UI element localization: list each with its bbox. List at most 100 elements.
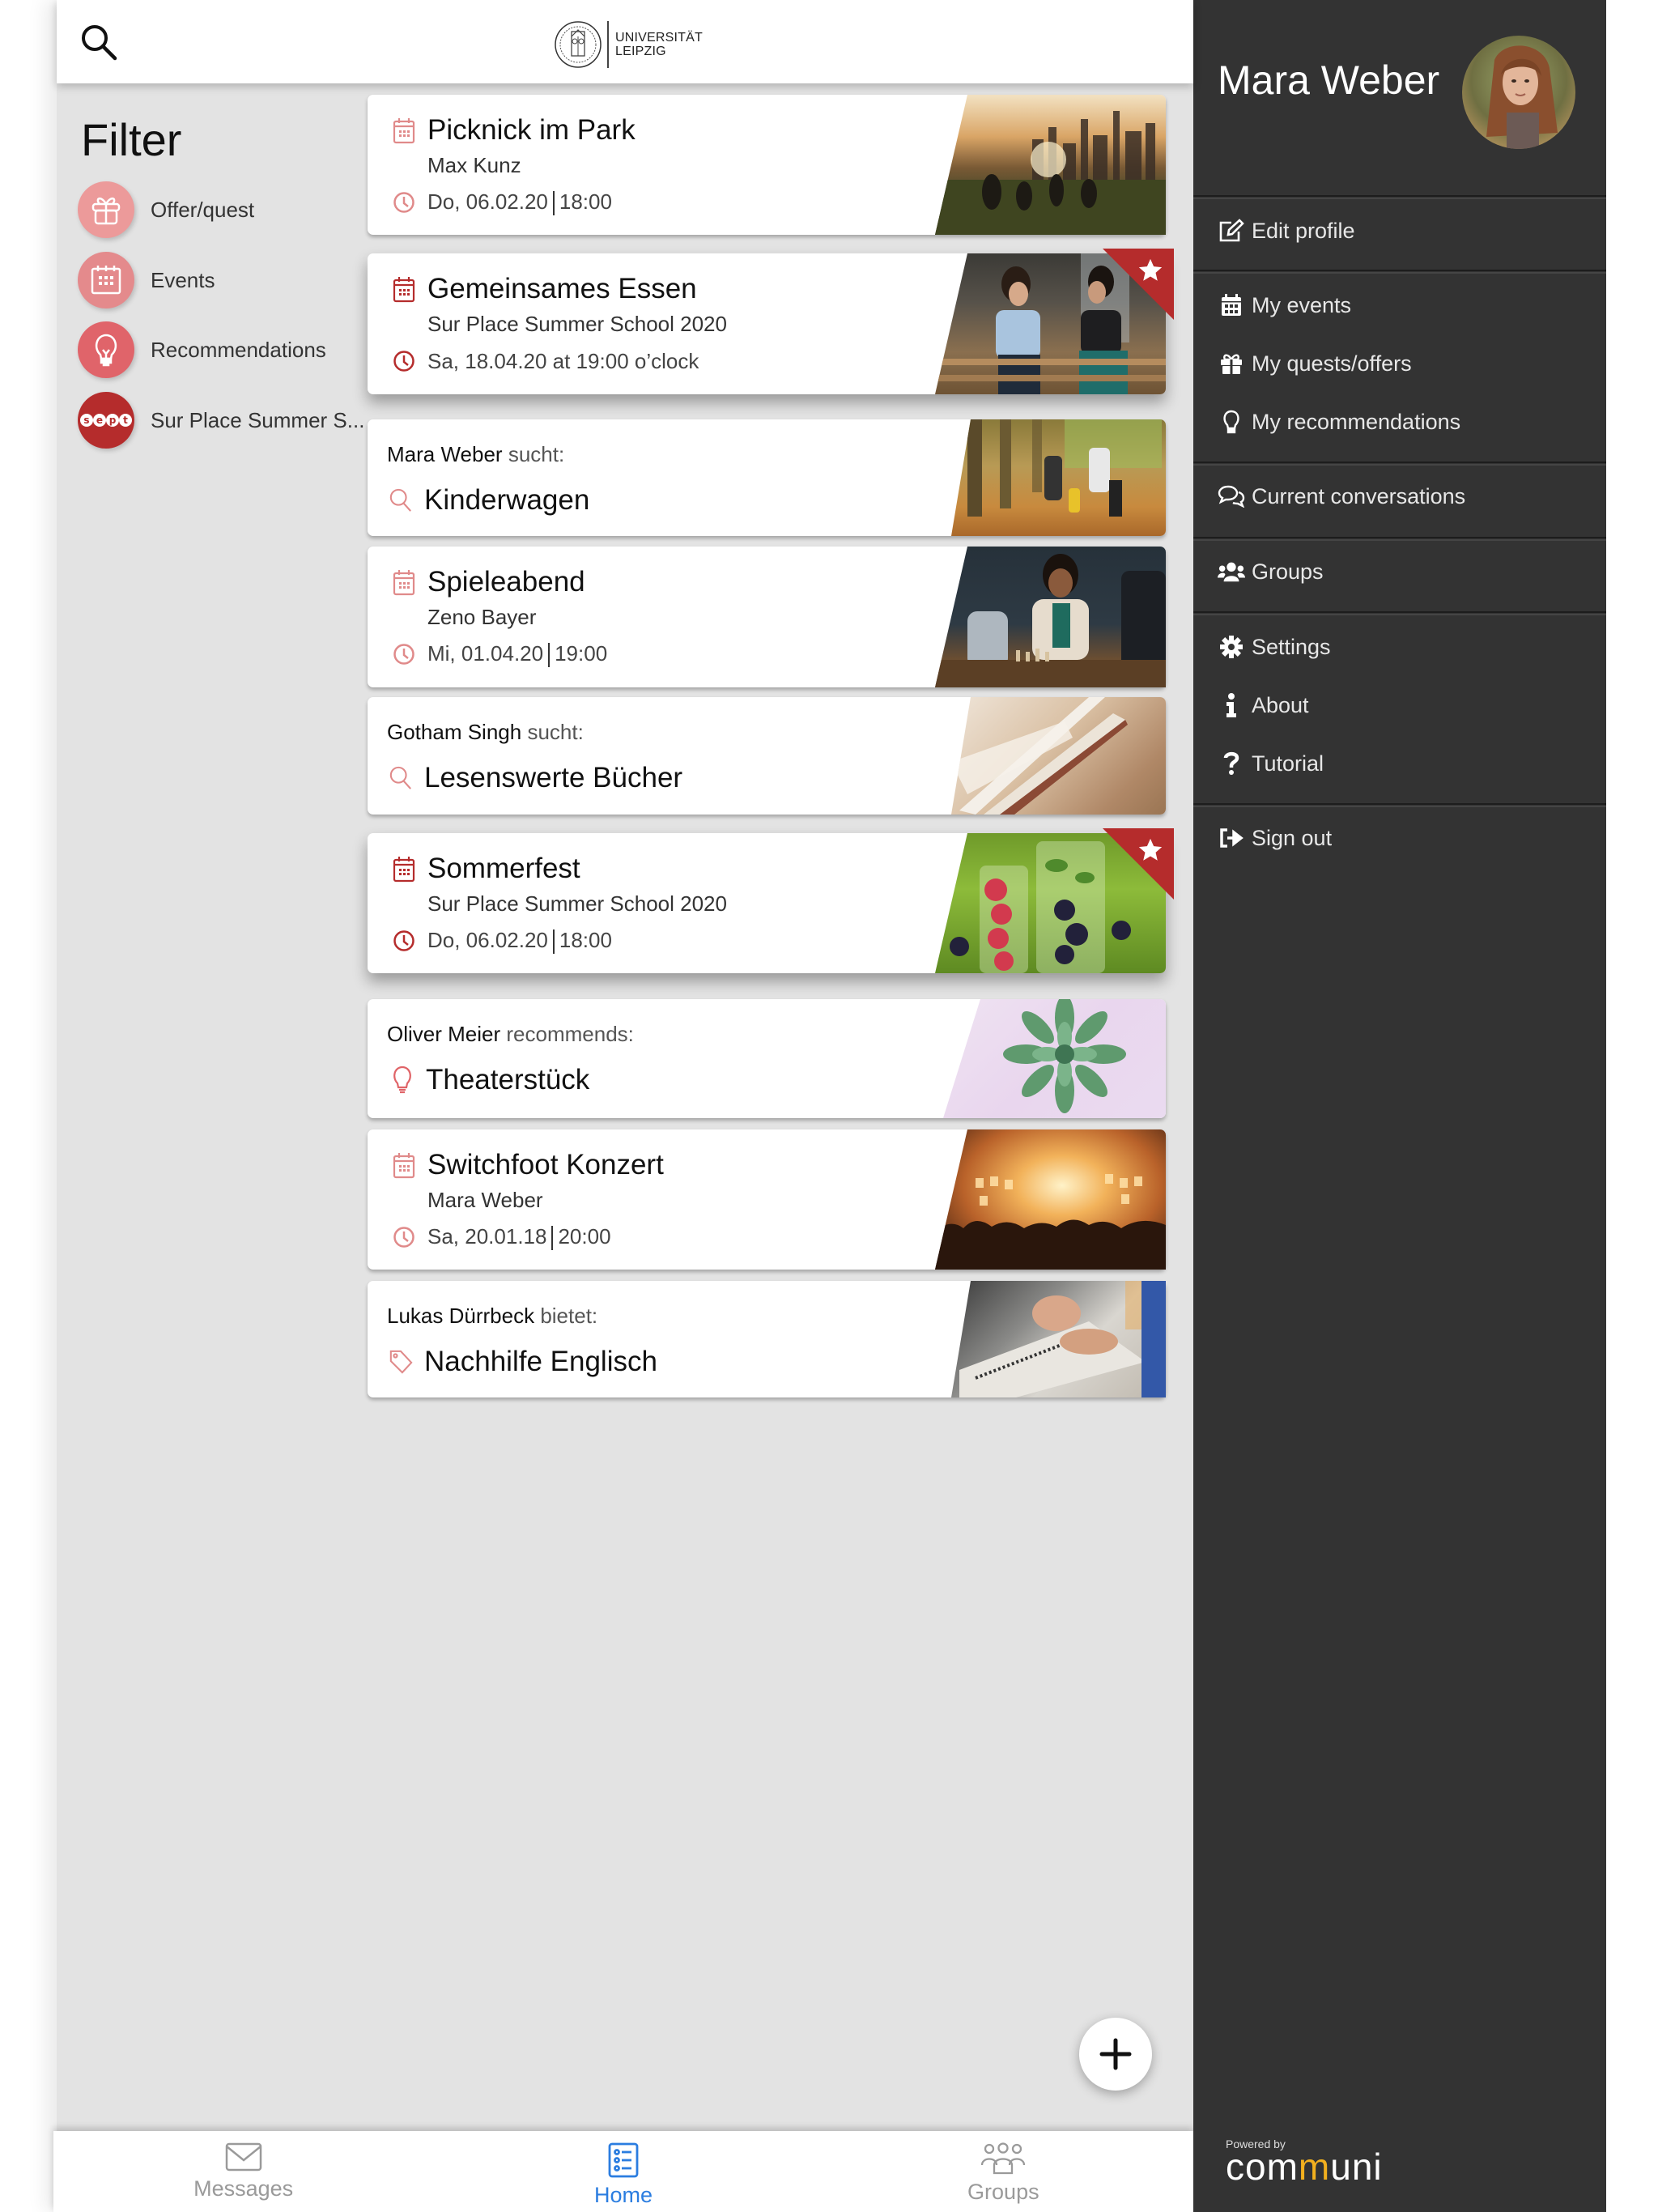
brand-part: com <box>1226 2146 1299 2188</box>
concert-crowd-image <box>935 1174 1166 1270</box>
card-subtitle-row: Sur Place Summer School 2020 <box>427 312 727 337</box>
card-image-chess <box>935 547 1166 687</box>
feed-card-event[interactable]: Switchfoot Konzert Mara Weber Sa, 20.01.… <box>368 1129 1166 1270</box>
card-image-notebook <box>951 1281 1166 1397</box>
filter-recommendations[interactable]: Recommendations <box>78 321 326 378</box>
menu-divider <box>1193 270 1606 274</box>
calendar-icon <box>392 855 416 883</box>
filter-label: Offer/quest <box>151 197 255 222</box>
star-icon <box>1138 258 1163 281</box>
top-bar: UNIVERSITÄT LEIPZIG <box>57 0 1193 83</box>
profile-photo <box>1462 36 1575 149</box>
filter-offer-quest[interactable]: Offer/quest <box>78 181 254 238</box>
menu-groups[interactable]: Groups <box>1218 558 1324 585</box>
menu-label: Current conversations <box>1252 483 1466 508</box>
card-organizer: Max Kunz <box>427 153 521 177</box>
card-title-row: Picknick im Park <box>392 114 636 147</box>
menu-my-recommendations[interactable]: My recommendations <box>1218 408 1460 436</box>
filter-events[interactable]: Events <box>78 252 215 308</box>
date-time-separator <box>551 1226 554 1251</box>
tab-label: Home <box>593 2183 653 2207</box>
feed-card-event-featured[interactable]: Gemeinsames Essen Sur Place Summer Schoo… <box>368 249 1174 394</box>
family-walk-image <box>967 419 1162 517</box>
gift-icon <box>1218 350 1245 377</box>
card-title: Spieleabend <box>427 566 585 598</box>
feed-card-quest[interactable]: Mara Weber sucht: Kinderwagen <box>368 419 1166 536</box>
card-author-line: Gotham Singh sucht: <box>387 720 584 745</box>
menu-label: About <box>1252 692 1309 717</box>
card-author-line: Lukas Dürrbeck bietet: <box>387 1304 597 1329</box>
author-name: Gotham Singh <box>387 720 522 744</box>
succulent-plant-image <box>1003 999 1126 1113</box>
menu-tutorial[interactable]: Tutorial <box>1218 750 1324 777</box>
card-date-row: Do, 06.02.20 18:00 <box>392 927 612 955</box>
search-icon <box>389 764 413 792</box>
date-text: Mi, 01.04.20 <box>427 640 544 666</box>
menu-sign-out[interactable]: Sign out <box>1218 824 1332 852</box>
tab-home[interactable]: Home <box>433 2131 813 2212</box>
author-name: Lukas Dürrbeck <box>387 1304 535 1328</box>
filter-group-sur-place[interactable]: sept Sur Place Summer S... <box>78 392 364 449</box>
plus-icon <box>1099 2038 1132 2070</box>
side-menu: Mara Weber Edit profile My events My que… <box>1193 0 1606 2212</box>
card-title: Kinderwagen <box>424 484 590 516</box>
calendar-icon <box>392 1151 416 1179</box>
card-date-row: Sa, 20.01.18 20:00 <box>392 1223 611 1251</box>
card-title: Lesenswerte Bücher <box>424 762 683 793</box>
question-icon <box>1218 750 1245 777</box>
menu-label: My recommendations <box>1252 409 1461 434</box>
date-text: Do, 06.02.20 <box>427 189 548 214</box>
menu-my-quests-offers[interactable]: My quests/offers <box>1218 350 1412 377</box>
date-time-separator <box>548 643 551 668</box>
card-title-row: Theaterstück <box>390 1064 589 1096</box>
card-date: Do, 06.02.20 18:00 <box>427 928 612 955</box>
feed-card-event[interactable]: Picknick im Park Max Kunz Do, 06.02.20 18… <box>368 95 1166 235</box>
feed-card-offer[interactable]: Lukas Dürrbeck bietet: Nachhilfe Englisc… <box>368 1281 1166 1397</box>
university-logo: UNIVERSITÄT LEIPZIG <box>554 19 703 70</box>
tab-groups[interactable]: Groups <box>814 2131 1193 2212</box>
menu-label: Sign out <box>1252 825 1333 850</box>
menu-current-conversations[interactable]: Current conversations <box>1218 483 1465 510</box>
logo-line-2: LEIPZIG <box>615 45 666 58</box>
menu-my-events[interactable]: My events <box>1218 291 1351 319</box>
card-organizer: Zeno Bayer <box>427 605 537 629</box>
tab-messages[interactable]: Messages <box>53 2131 433 2212</box>
menu-about[interactable]: About <box>1218 691 1309 719</box>
lightbulb-icon <box>390 1066 414 1094</box>
envelope-icon <box>225 2142 261 2172</box>
menu-edit-profile[interactable]: Edit profile <box>1218 217 1355 245</box>
time-text: 18:00 <box>559 189 612 214</box>
card-image-picnic <box>935 95 1166 235</box>
university-seal-icon <box>555 21 602 68</box>
card-subtitle-row: Max Kunz <box>427 153 521 178</box>
add-button[interactable] <box>1079 2018 1152 2091</box>
calendar-icon <box>1218 291 1245 319</box>
feed-card-recommendation[interactable]: Oliver Meier recommends: Theaterstück <box>368 999 1166 1118</box>
card-author-line: Mara Weber sucht: <box>387 442 564 467</box>
sign-out-icon <box>1218 824 1245 852</box>
feed-card-event-featured[interactable]: Sommerfest Sur Place Summer School 2020 … <box>368 828 1174 973</box>
clock-icon <box>392 1223 416 1251</box>
svg-text:p: p <box>109 415 117 426</box>
users-icon <box>1218 558 1245 585</box>
menu-label: My events <box>1252 292 1352 317</box>
feed-card-event[interactable]: Spieleabend Zeno Bayer Mi, 01.04.20 19:00 <box>368 547 1166 687</box>
svg-text:t: t <box>123 415 128 426</box>
card-title: Nachhilfe Englisch <box>424 1346 657 1377</box>
logo-text: UNIVERSITÄT LEIPZIG <box>615 31 703 58</box>
author-name: Oliver Meier <box>387 1022 501 1046</box>
city-skyline-image <box>935 111 1166 235</box>
menu-divider <box>1193 537 1606 541</box>
date-time-separator <box>552 929 555 955</box>
menu-divider <box>1193 462 1606 466</box>
filter-icon-circle <box>78 181 134 238</box>
search-icon <box>389 487 413 514</box>
clock-icon <box>392 189 416 216</box>
card-organizer: Sur Place Summer School 2020 <box>427 312 727 336</box>
menu-settings[interactable]: Settings <box>1218 633 1331 661</box>
menu-divider <box>1193 195 1606 199</box>
search-button[interactable] <box>79 23 120 63</box>
sept-logo-icon: sept <box>80 414 132 427</box>
avatar[interactable] <box>1462 36 1575 149</box>
feed-card-quest[interactable]: Gotham Singh sucht: Lesenswerte Bücher <box>368 697 1166 815</box>
